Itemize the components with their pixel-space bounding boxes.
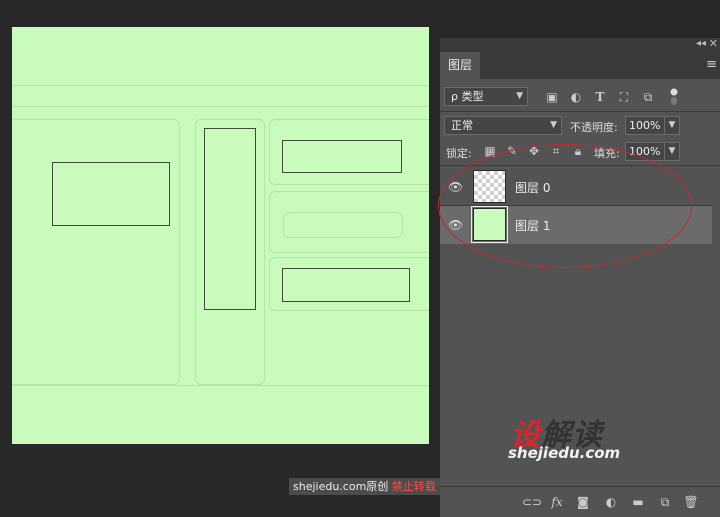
- link-layers-icon[interactable]: ⊂⊃: [522, 493, 542, 511]
- new-group-icon[interactable]: ▬: [629, 493, 647, 511]
- image-filter-icon[interactable]: ▣: [544, 89, 560, 105]
- layers-bottom-toolbar: ⊂⊃ fx ◙ ◐ ▬ ⧉ 🗑︎: [440, 486, 720, 517]
- blend-mode-select[interactable]: 正常 ▼: [444, 116, 562, 135]
- wireframe-left-column: [12, 119, 180, 385]
- chevron-down-icon: ▼: [550, 120, 557, 130]
- lock-label: 锁定:: [446, 147, 472, 160]
- opacity-input[interactable]: 100%: [625, 116, 665, 135]
- opacity-label: 不透明度:: [570, 121, 618, 134]
- panel-title-bar: ◂◂ ✕: [440, 37, 720, 52]
- credit-notice: 禁止转载: [391, 480, 436, 493]
- smart-object-filter-icon[interactable]: ⧉: [640, 89, 656, 105]
- divider: [440, 111, 720, 112]
- sketched-rectangle-tall: [204, 128, 256, 310]
- filter-type-value: 类型: [461, 90, 484, 103]
- add-mask-icon[interactable]: ◙: [574, 493, 592, 511]
- delete-layer-icon[interactable]: 🗑︎: [682, 493, 700, 511]
- filter-toggle-icon[interactable]: [670, 88, 678, 106]
- sketched-rectangle-top-right: [282, 140, 402, 173]
- adjustment-layer-icon[interactable]: ◐: [602, 493, 620, 511]
- sketched-rectangle-left: [52, 162, 170, 226]
- new-layer-icon[interactable]: ⧉: [656, 493, 674, 511]
- sketched-rectangle-bottom-right: [282, 268, 410, 302]
- chevron-down-icon: ▼: [516, 91, 523, 101]
- document-canvas[interactable]: [12, 27, 429, 444]
- collapse-panel-icon[interactable]: ◂◂: [696, 38, 706, 49]
- search-icon: ρ: [451, 90, 458, 103]
- panel-menu-icon[interactable]: ≡: [706, 57, 717, 72]
- opacity-dropdown-button[interactable]: ▼: [664, 116, 680, 135]
- type-filter-icon[interactable]: T: [592, 89, 608, 105]
- fill-dropdown-button[interactable]: ▼: [664, 142, 680, 161]
- tab-layers[interactable]: 图层: [440, 52, 480, 79]
- credit-original: 原创: [366, 480, 389, 493]
- layer-style-fx-icon[interactable]: fx: [548, 493, 566, 511]
- panel-tab-row: 图层 ≡: [440, 52, 720, 79]
- wireframe-placeholder-bar: [283, 212, 403, 238]
- blend-mode-value: 正常: [451, 119, 473, 132]
- shape-filter-icon[interactable]: ⛶: [616, 89, 632, 105]
- adjustment-filter-icon[interactable]: ◐: [568, 89, 584, 105]
- wireframe-header-band: [12, 85, 429, 107]
- layer-filter-select[interactable]: ρ 类型 ▼: [444, 87, 528, 106]
- watermark-url: shejiedu.com: [508, 444, 621, 462]
- credit-tag: shejiedu.com原创 禁止转载: [289, 478, 440, 495]
- credit-site: shejiedu.com: [293, 480, 367, 493]
- close-panel-icon[interactable]: ✕: [709, 37, 718, 50]
- annotation-ellipse: [438, 144, 692, 268]
- wireframe-footer-line: [12, 385, 429, 444]
